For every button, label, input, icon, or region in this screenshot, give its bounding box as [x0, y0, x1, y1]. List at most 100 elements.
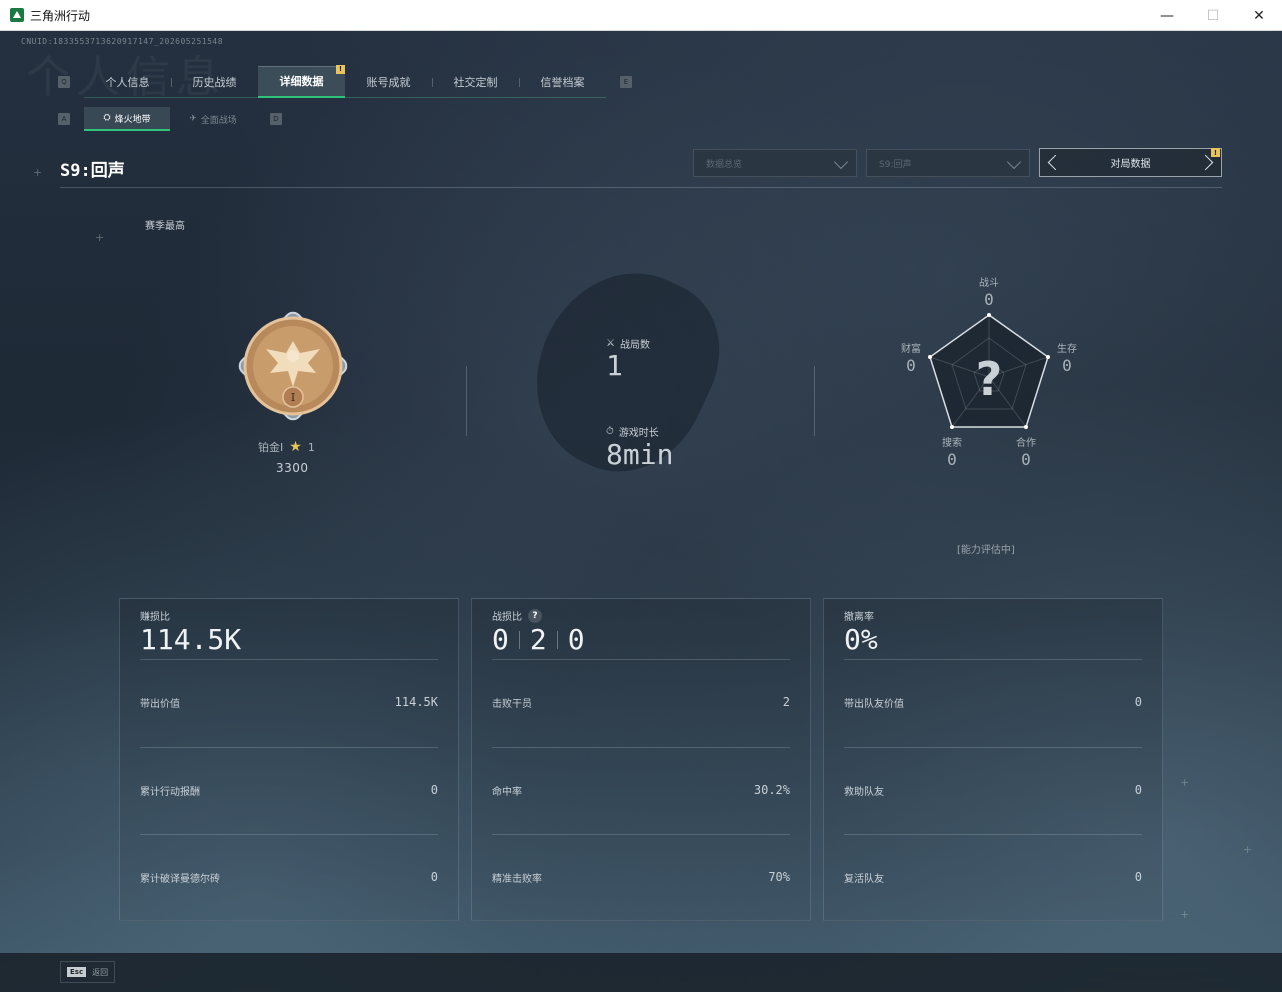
matches-label-text: 战局数: [619, 340, 650, 351]
radar-value-teamwork: 0: [1021, 450, 1031, 469]
section-divider: [814, 366, 815, 436]
card-title-text: 战损比: [492, 612, 522, 623]
tab-label: 社交定制: [453, 75, 498, 89]
ability-radar: ? 战斗 0 生存 0 合作 0 搜索 0 财富 0: [900, 271, 1090, 471]
stopwatch-icon: ⏱: [606, 426, 614, 437]
close-button[interactable]: ✕: [1236, 0, 1282, 31]
bottom-bar: Esc 返回: [0, 953, 1282, 992]
tab-social-custom[interactable]: 社交定制: [432, 66, 519, 98]
rank-stars: 1: [307, 440, 315, 454]
stat-label: 救助队友: [844, 787, 884, 798]
subtab-label: 烽火地带: [114, 114, 151, 125]
ability-evaluating-status: [能力评估中]: [957, 545, 1015, 556]
radar-value-survival: 0: [1062, 356, 1072, 375]
kd-values: 0 2 0: [492, 623, 585, 656]
stat-label: 精准击败率: [492, 874, 542, 885]
dropdown-value: 数据总览: [706, 159, 743, 170]
extraction-rate-value: 0%: [844, 623, 878, 656]
kd-separator: [518, 630, 520, 649]
stat-value: 2: [782, 695, 790, 709]
chevron-down-icon: [1006, 154, 1022, 170]
radar-label-combat: 战斗: [979, 278, 999, 289]
window-titlebar: 三角洲行动 — ☐ ✕: [0, 0, 1282, 31]
radar-value-combat: 0: [984, 290, 994, 309]
stat-value: 0: [1134, 783, 1142, 797]
decor-plus-icon: +: [1243, 843, 1253, 856]
card-divider: [492, 747, 790, 748]
new-badge: !: [336, 64, 345, 74]
data-scope-dropdown[interactable]: 数据总览: [693, 149, 857, 177]
stat-label: 复活队友: [844, 874, 884, 885]
decor-plus-icon: +: [33, 166, 43, 179]
prev-subtab-key-hint[interactable]: A: [58, 113, 70, 125]
stat-label: 带出队友价值: [844, 699, 904, 710]
stat-value: 0: [430, 870, 438, 884]
tab-personal-info[interactable]: 个人信息: [84, 66, 171, 98]
playtime-value: 8min: [606, 438, 674, 471]
profit-ratio-value: 114.5K: [140, 623, 242, 656]
card-divider: [492, 659, 790, 660]
rank-info: 铂金I ★ 1: [258, 439, 315, 455]
playtime-label-text: 游戏时长: [618, 428, 659, 439]
kd-ratio-card: 战损比 ? 0 2 0 击败干员 2 命中率 30.2% 精准击败率 70%: [471, 598, 811, 921]
tab-credit-record[interactable]: 信誉档案: [519, 66, 606, 98]
season-dropdown[interactable]: S9:回声: [866, 149, 1030, 177]
subtab-warfare[interactable]: ✈ 全面战场: [170, 107, 256, 131]
sub-tab-nav: A ⛭ 烽火地带 ✈ 全面战场 D: [58, 107, 282, 131]
dropdown-value: S9:回声: [879, 159, 912, 170]
card-divider: [844, 834, 1142, 835]
next-subtab-key-hint[interactable]: D: [270, 113, 282, 125]
kd-separator: [556, 630, 558, 649]
card-title-text: 撤离率: [844, 612, 874, 623]
kd-value: 0: [492, 623, 509, 656]
tab-label: 账号成就: [366, 75, 411, 89]
stat-label: 累计行动报酬: [140, 787, 200, 798]
card-divider: [140, 659, 438, 660]
maximize-button[interactable]: ☐: [1190, 0, 1236, 31]
card-divider: [844, 747, 1142, 748]
stat-label: 带出价值: [140, 699, 180, 710]
chevron-left-icon[interactable]: [1047, 154, 1064, 171]
rank-medal-icon: I: [228, 301, 358, 431]
radar-label-survival: 生存: [1057, 344, 1077, 355]
minimize-button[interactable]: —: [1144, 0, 1190, 31]
season-best-label: 赛季最高: [145, 221, 185, 232]
matches-value: 1: [606, 349, 623, 382]
chevron-right-icon[interactable]: [1197, 154, 1214, 171]
stat-value: 70%: [768, 870, 790, 884]
stat-value: 30.2%: [753, 783, 790, 797]
back-button[interactable]: Esc 返回: [60, 961, 115, 983]
new-badge: !: [1211, 148, 1220, 157]
kd-value: 0: [567, 623, 585, 656]
help-icon[interactable]: ?: [528, 608, 542, 623]
game-view: 个人信息 + + + + + CNUID:1833553713620917147…: [0, 31, 1282, 992]
stat-label: 累计破译曼德尔砖: [140, 874, 220, 885]
playtime-label: ⏱ 游戏时长: [606, 424, 659, 439]
chevron-down-icon: [833, 154, 849, 170]
stat-label: 命中率: [492, 787, 522, 798]
tab-detailed-data[interactable]: 详细数据!: [258, 64, 345, 98]
kd-value: 2: [529, 623, 547, 656]
card-title: 战损比 ?: [492, 608, 542, 623]
main-tab-nav: Q 个人信息 历史战绩 详细数据! 账号成就 社交定制 信誉档案 E: [58, 64, 632, 98]
stat-value: 0: [1134, 870, 1142, 884]
header-divider: [60, 187, 1222, 188]
section-divider: [466, 366, 467, 436]
tab-achievements[interactable]: 账号成就: [345, 66, 432, 98]
tab-match-history[interactable]: 历史战绩: [171, 66, 258, 98]
card-divider: [140, 747, 438, 748]
back-label: 返回: [92, 967, 109, 977]
tab-label: 个人信息: [105, 75, 150, 89]
stat-value: 114.5K: [394, 695, 438, 709]
warfare-mode-icon: ✈: [189, 114, 197, 124]
prev-tab-key-hint[interactable]: Q: [58, 76, 70, 88]
card-title: 撤离率: [844, 608, 874, 623]
subtab-operations[interactable]: ⛭ 烽火地带: [84, 107, 170, 131]
esc-key-hint: Esc: [67, 967, 87, 977]
next-tab-key-hint[interactable]: E: [620, 76, 632, 88]
radar-label-wealth: 财富: [901, 344, 921, 355]
card-divider: [492, 834, 790, 835]
radar-value-search: 0: [947, 450, 957, 469]
window-title: 三角洲行动: [30, 8, 91, 23]
player-uid: CNUID:1833553713620917147_202605251548: [21, 37, 224, 46]
